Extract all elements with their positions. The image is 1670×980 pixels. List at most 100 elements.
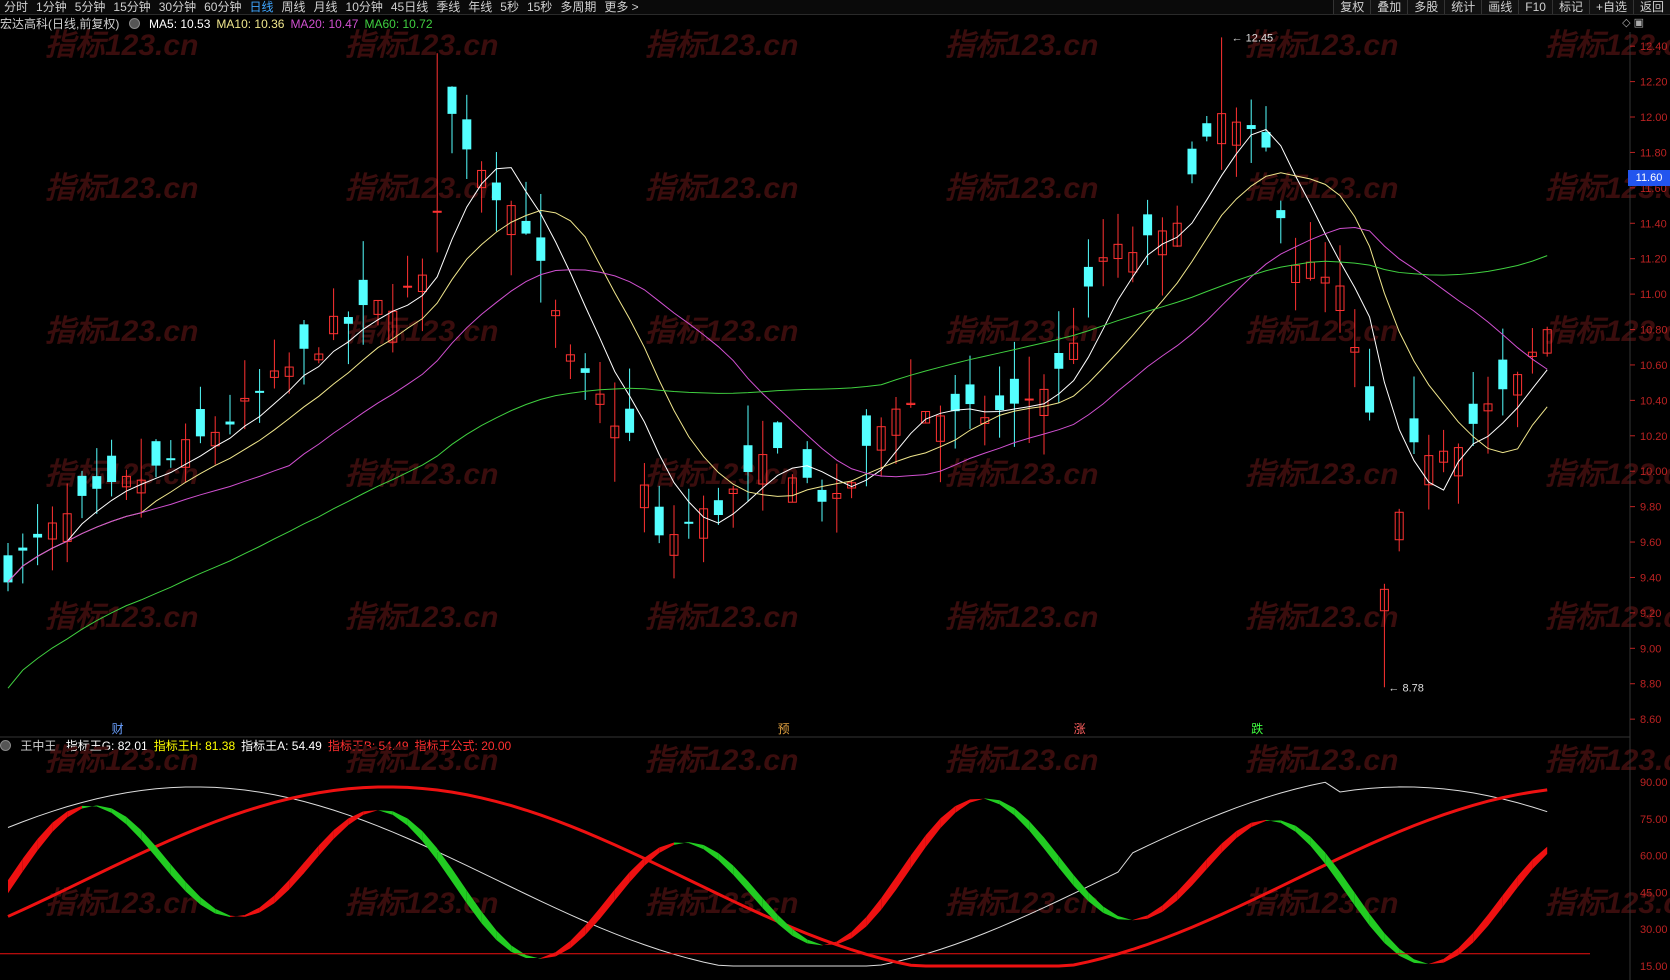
- period-tab[interactable]: 60分钟: [200, 0, 245, 14]
- period-tab[interactable]: 15秒: [523, 0, 556, 14]
- indicator-axis-label: 90.00: [1640, 777, 1668, 789]
- candle-body: [654, 506, 664, 536]
- candle-body: [403, 285, 413, 288]
- watermark-text: 指标123.cn: [945, 172, 1098, 205]
- period-tab[interactable]: 15分钟: [109, 0, 154, 14]
- candle-body: [506, 205, 516, 236]
- candle-body: [33, 533, 43, 538]
- y-axis-label: 9.00: [1640, 643, 1661, 655]
- toolbar-button[interactable]: 叠加: [1370, 0, 1408, 14]
- candle-body: [166, 458, 176, 461]
- candle-body: [565, 354, 575, 362]
- candle-body: [1513, 374, 1523, 396]
- watermark-text: 指标123.cn: [45, 601, 198, 634]
- event-marker: 财: [112, 722, 124, 736]
- toolbar-button[interactable]: +自选: [1588, 0, 1633, 14]
- indicator-ribbon: [748, 881, 763, 909]
- watermark-text: 指标123.cn: [645, 744, 798, 777]
- indicator-ribbon: [1280, 820, 1296, 832]
- watermark-text: 指标123.cn: [645, 172, 798, 205]
- period-tab[interactable]: 10分钟: [342, 0, 387, 14]
- candle-body: [3, 555, 13, 583]
- toolbar-button[interactable]: 统计: [1444, 0, 1482, 14]
- period-tab[interactable]: 分时: [0, 0, 32, 14]
- watermark-text: 指标123.cn: [645, 315, 798, 348]
- indicator-ribbon: [1369, 913, 1385, 943]
- toolbar-button[interactable]: 标记: [1551, 0, 1589, 14]
- indicator-labels: 指标王G: 82.01 指标王H: 81.38 指标王A: 54.49 指标王B: 5…: [66, 739, 518, 753]
- candle-body: [817, 489, 827, 502]
- indicator-ribbon: [230, 914, 245, 918]
- period-tab[interactable]: 1分钟: [32, 0, 71, 14]
- indicator-ribbon: [392, 811, 408, 826]
- indicator-ribbon: [1044, 837, 1059, 868]
- indicator-value: 指标王H: 81.38: [153, 739, 236, 753]
- candle-body: [1320, 276, 1330, 284]
- period-tab[interactable]: 5秒: [496, 0, 523, 14]
- indicator-ribbon: [792, 928, 808, 944]
- indicator-ribbon: [866, 898, 882, 927]
- candle-body: [181, 439, 191, 468]
- kline-chart[interactable]: 指标123.cn 指标123.cn 指标123.cn 指标123.cn 指标123.cn…: [0, 0, 1670, 980]
- y-axis-label: 10.20: [1640, 431, 1668, 443]
- watermark-text: 指标123.cn: [645, 887, 798, 920]
- candle-body: [1527, 351, 1537, 357]
- indicator-ribbon: [851, 916, 867, 939]
- watermark-text: 指标123.cn: [45, 458, 198, 491]
- period-tab[interactable]: 年线: [464, 0, 496, 14]
- candle-body: [343, 317, 353, 324]
- toolbar-button[interactable]: F10: [1518, 0, 1552, 14]
- indicator-ribbon: [289, 862, 304, 890]
- indicator-value: 指标王B: 54.49: [327, 739, 409, 753]
- period-tab[interactable]: 更多 >: [600, 0, 642, 14]
- indicator-ribbon: [925, 818, 941, 848]
- period-tab[interactable]: 5分钟: [71, 0, 110, 14]
- indicator-ribbon: [437, 848, 452, 882]
- indicator-ribbon: [126, 816, 142, 840]
- watermark-text: 指标123.cn: [45, 172, 198, 205]
- indicator-dot-icon[interactable]: [0, 740, 11, 751]
- toolbar-button[interactable]: 返回: [1632, 0, 1670, 14]
- indicator-ribbon: [703, 844, 719, 861]
- watermark-text: 指标123.cn: [1545, 29, 1670, 62]
- candle-body: [921, 411, 931, 424]
- toolbar-button[interactable]: 复权: [1333, 0, 1371, 14]
- indicator-ribbon: [496, 930, 512, 952]
- candle-body: [1409, 418, 1419, 443]
- toolbar-button[interactable]: 画线: [1481, 0, 1519, 14]
- candle-body: [1379, 588, 1389, 612]
- candle-body: [1157, 230, 1167, 256]
- candle-body: [269, 370, 279, 378]
- indicator-info-bar: 王中王 指标王G: 82.01 指标王H: 81.38 指标王A: 54.49 指标王…: [0, 738, 523, 754]
- candle-body: [1483, 403, 1493, 412]
- period-tab[interactable]: 30分钟: [155, 0, 200, 14]
- indicator-ribbon: [1458, 932, 1474, 956]
- candle-body: [625, 408, 635, 433]
- indicator-ribbon: [999, 800, 1015, 816]
- toolbar-button[interactable]: 多股: [1407, 0, 1445, 14]
- event-markers: ← 12.45 ← 8.78 财 预 涨 跌: [112, 32, 1424, 736]
- window-icons[interactable]: ◇ ▣: [1622, 16, 1644, 29]
- y-axis-label: 12.00: [1640, 112, 1668, 124]
- period-tab[interactable]: 45日线: [387, 0, 432, 14]
- indicator-ribbon: [1354, 892, 1370, 926]
- y-axis-label: 10.00: [1640, 466, 1668, 478]
- candle-body: [1542, 329, 1552, 354]
- period-tab[interactable]: 多周期: [556, 0, 600, 14]
- period-tab[interactable]: 月线: [310, 0, 342, 14]
- candle-body: [299, 324, 309, 349]
- period-tab[interactable]: 周线: [277, 0, 309, 14]
- period-tab[interactable]: 日线: [245, 0, 277, 14]
- watermark-layer: 指标123.cn 指标123.cn 指标123.cn 指标123.cn 指标123.cn…: [45, 29, 1670, 920]
- settings-dot-icon[interactable]: [128, 18, 140, 29]
- stock-title: 宏达高科(日线,前复权): [0, 17, 120, 31]
- indicator-ribbon: [555, 940, 571, 957]
- watermark-text: 指标123.cn: [945, 601, 1098, 634]
- indicator-ribbon: [777, 914, 793, 936]
- indicator-ribbon: [718, 853, 734, 875]
- indicator-ribbon: [1192, 859, 1207, 886]
- candle-body: [1217, 113, 1227, 145]
- y-axis-label: 11.40: [1640, 218, 1667, 230]
- ma-value: MA10: 10.36: [216, 17, 285, 31]
- period-tab[interactable]: 季线: [432, 0, 464, 14]
